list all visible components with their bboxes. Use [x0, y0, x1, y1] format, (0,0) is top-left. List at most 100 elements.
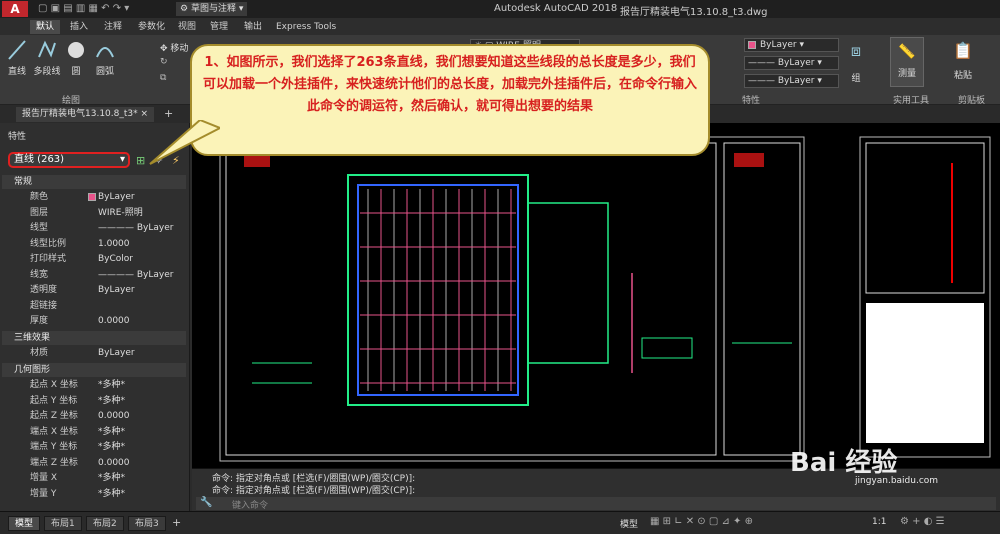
- tab-output[interactable]: 输出: [238, 20, 268, 34]
- document-tab[interactable]: 报告厅精装电气13.10.8_t3* ×: [16, 107, 155, 122]
- close-icon[interactable]: ×: [140, 109, 148, 119]
- property-value: 1.0000: [98, 238, 130, 249]
- ribbon-tabs: 默认 插入 注释 参数化 视图 管理 输出 Express Tools: [0, 18, 1000, 35]
- property-value: *多种*: [98, 442, 126, 452]
- tab-layout2[interactable]: 布局2: [86, 516, 124, 531]
- property-key: 线型比例: [30, 238, 67, 249]
- property-value: *多种*: [98, 473, 126, 483]
- chevron-down-icon: ▾: [119, 154, 125, 165]
- gear-icon[interactable]: ⚙ + ◐ ☰: [900, 516, 945, 527]
- property-row[interactable]: 超链接: [2, 299, 186, 314]
- wrench-icon[interactable]: 🔧: [200, 497, 212, 508]
- annotation-scale[interactable]: 1:1: [872, 517, 886, 527]
- section-geometry[interactable]: 几何图形: [2, 363, 186, 377]
- property-row[interactable]: 线型 ———— ByLayer: [2, 221, 186, 236]
- property-row[interactable]: 打印样式 ByColor: [2, 252, 186, 267]
- model-space-button[interactable]: 模型: [620, 517, 638, 530]
- property-row[interactable]: 材质 ByLayer: [2, 346, 186, 361]
- rotate-icon[interactable]: ↻: [160, 57, 168, 67]
- drawing-canvas[interactable]: [192, 123, 1000, 468]
- property-value: ByColor: [98, 254, 133, 264]
- property-row[interactable]: 厚度 0.0000: [2, 314, 186, 329]
- property-row[interactable]: 端点 Y 坐标 *多种*: [2, 440, 186, 455]
- status-tools-icon[interactable]: ▦ ⊞ ∟ ✕ ⊙ ▢ ⊿ ✦ ⊕: [650, 516, 753, 527]
- tab-manage[interactable]: 管理: [204, 20, 234, 34]
- property-value: ———— ByLayer: [98, 269, 174, 280]
- property-row[interactable]: 增量 X *多种*: [2, 471, 186, 486]
- property-value: *多种*: [98, 426, 126, 437]
- property-key: 材质: [30, 348, 49, 358]
- tab-layout3[interactable]: 布局3: [128, 516, 166, 531]
- title-bar: A ▢ ▣ ▤ ▥ ▦ ↶ ↷ ▾ ⚙ 草图与注释 ▾ Autodesk Aut…: [0, 0, 1000, 18]
- instruction-callout: 1、如图所示，我们选择了263条直线，我们想要知道这些线段的总长度是多少，我们可…: [190, 44, 710, 156]
- property-key: 端点 Z 坐标: [30, 457, 78, 468]
- move-label: 移动: [170, 44, 189, 54]
- property-row[interactable]: 线宽 ———— ByLayer: [2, 268, 186, 283]
- copy-icon[interactable]: ⧉: [160, 73, 166, 83]
- line-button[interactable]: 直线: [4, 39, 30, 77]
- status-bar: 模型 布局1 布局2 布局3 + 模型 ▦ ⊞ ∟ ✕ ⊙ ▢ ⊿ ✦ ⊕ 1:…: [0, 511, 1000, 534]
- file-title: 报告厅精装电气13.10.8_t3.dwg: [620, 7, 768, 18]
- lineweight-value: ByLayer: [777, 76, 815, 86]
- property-key: 打印样式: [30, 254, 67, 264]
- command-input[interactable]: 🔧 键入命令: [196, 497, 996, 511]
- property-key: 起点 Y 坐标: [30, 395, 78, 406]
- workspace-name: 草图与注释: [190, 4, 236, 14]
- arc-icon: [96, 47, 114, 58]
- quick-access-toolbar[interactable]: ▢ ▣ ▤ ▥ ▦ ↶ ↷ ▾: [38, 3, 129, 14]
- property-row[interactable]: 起点 Z 坐标 0.0000: [2, 409, 186, 424]
- clipboard-icon: 📋: [953, 41, 973, 60]
- property-row[interactable]: 增量 Y *多种*: [2, 487, 186, 502]
- selection-dropdown[interactable]: 直线 (263) ▾: [8, 152, 130, 168]
- tab-annotate[interactable]: 注释: [98, 20, 128, 34]
- property-row[interactable]: 图层 WIRE-照明: [2, 206, 186, 221]
- tab-express-tools[interactable]: Express Tools: [270, 20, 342, 34]
- tab-home[interactable]: 默认: [30, 20, 61, 34]
- linetype-dropdown[interactable]: ——— ByLayer ▾: [744, 56, 839, 70]
- property-key: 起点 X 坐标: [30, 380, 78, 390]
- tab-parametric[interactable]: 参数化: [132, 20, 171, 34]
- property-key: 厚度: [30, 316, 49, 326]
- tab-layout1[interactable]: 布局1: [44, 516, 82, 531]
- property-row[interactable]: 端点 Z 坐标 0.0000: [2, 456, 186, 471]
- paste-label: 粘贴: [953, 71, 972, 81]
- callout-pointer: [149, 120, 220, 165]
- watermark-brand: Bai 经验: [790, 448, 898, 478]
- property-key: 端点 X 坐标: [30, 426, 78, 437]
- property-row[interactable]: 端点 X 坐标 *多种*: [2, 425, 186, 440]
- workspace-selector[interactable]: ⚙ 草图与注释 ▾: [176, 2, 248, 16]
- polyline-button[interactable]: 多段线: [32, 39, 62, 77]
- property-row[interactable]: 起点 X 坐标 *多种*: [2, 378, 186, 393]
- linetype-value: ByLayer: [777, 58, 815, 68]
- group-button[interactable]: ⧈ 组: [842, 41, 870, 84]
- lineweight-dropdown[interactable]: ——— ByLayer ▾: [744, 74, 839, 88]
- tab-view[interactable]: 视图: [172, 20, 202, 34]
- property-row[interactable]: 颜色 ByLayer: [2, 190, 186, 205]
- color-swatch: [88, 193, 96, 201]
- measure-button[interactable]: 📏 测量: [890, 37, 924, 87]
- property-row[interactable]: 线型比例 1.0000: [2, 237, 186, 252]
- color-dropdown[interactable]: ByLayer ▾: [744, 38, 839, 52]
- measure-label: 测量: [897, 69, 916, 79]
- move-button[interactable]: ✥ 移动: [160, 41, 188, 54]
- add-layout-button[interactable]: +: [172, 516, 181, 529]
- arc-button[interactable]: 圆弧: [92, 39, 118, 77]
- circle-label: 圆: [71, 67, 81, 77]
- polyline-label: 多段线: [33, 67, 61, 77]
- property-row[interactable]: 透明度 ByLayer: [2, 283, 186, 298]
- section-3d-effects[interactable]: 三维效果: [2, 331, 186, 345]
- properties-palette: 特性 直线 (263)▾ ⊞ ✧ ⚡ 常规 三维效果 几何图形 颜色ByLaye…: [0, 123, 190, 511]
- tab-model[interactable]: 模型: [8, 516, 41, 531]
- property-key: 图层: [30, 207, 49, 218]
- section-geometry-label: 几何图形: [14, 365, 51, 375]
- new-tab-button[interactable]: +: [164, 107, 173, 120]
- section-general-label: 常规: [14, 177, 33, 187]
- section-general[interactable]: 常规: [2, 175, 186, 189]
- autocad-logo[interactable]: A: [2, 1, 28, 17]
- circle-icon: [68, 42, 84, 58]
- circle-button[interactable]: 圆: [64, 39, 88, 77]
- line-icon: [8, 40, 26, 60]
- tab-insert[interactable]: 插入: [64, 20, 94, 34]
- property-row[interactable]: 起点 Y 坐标 *多种*: [2, 394, 186, 409]
- paste-button[interactable]: 📋 粘贴: [948, 41, 978, 81]
